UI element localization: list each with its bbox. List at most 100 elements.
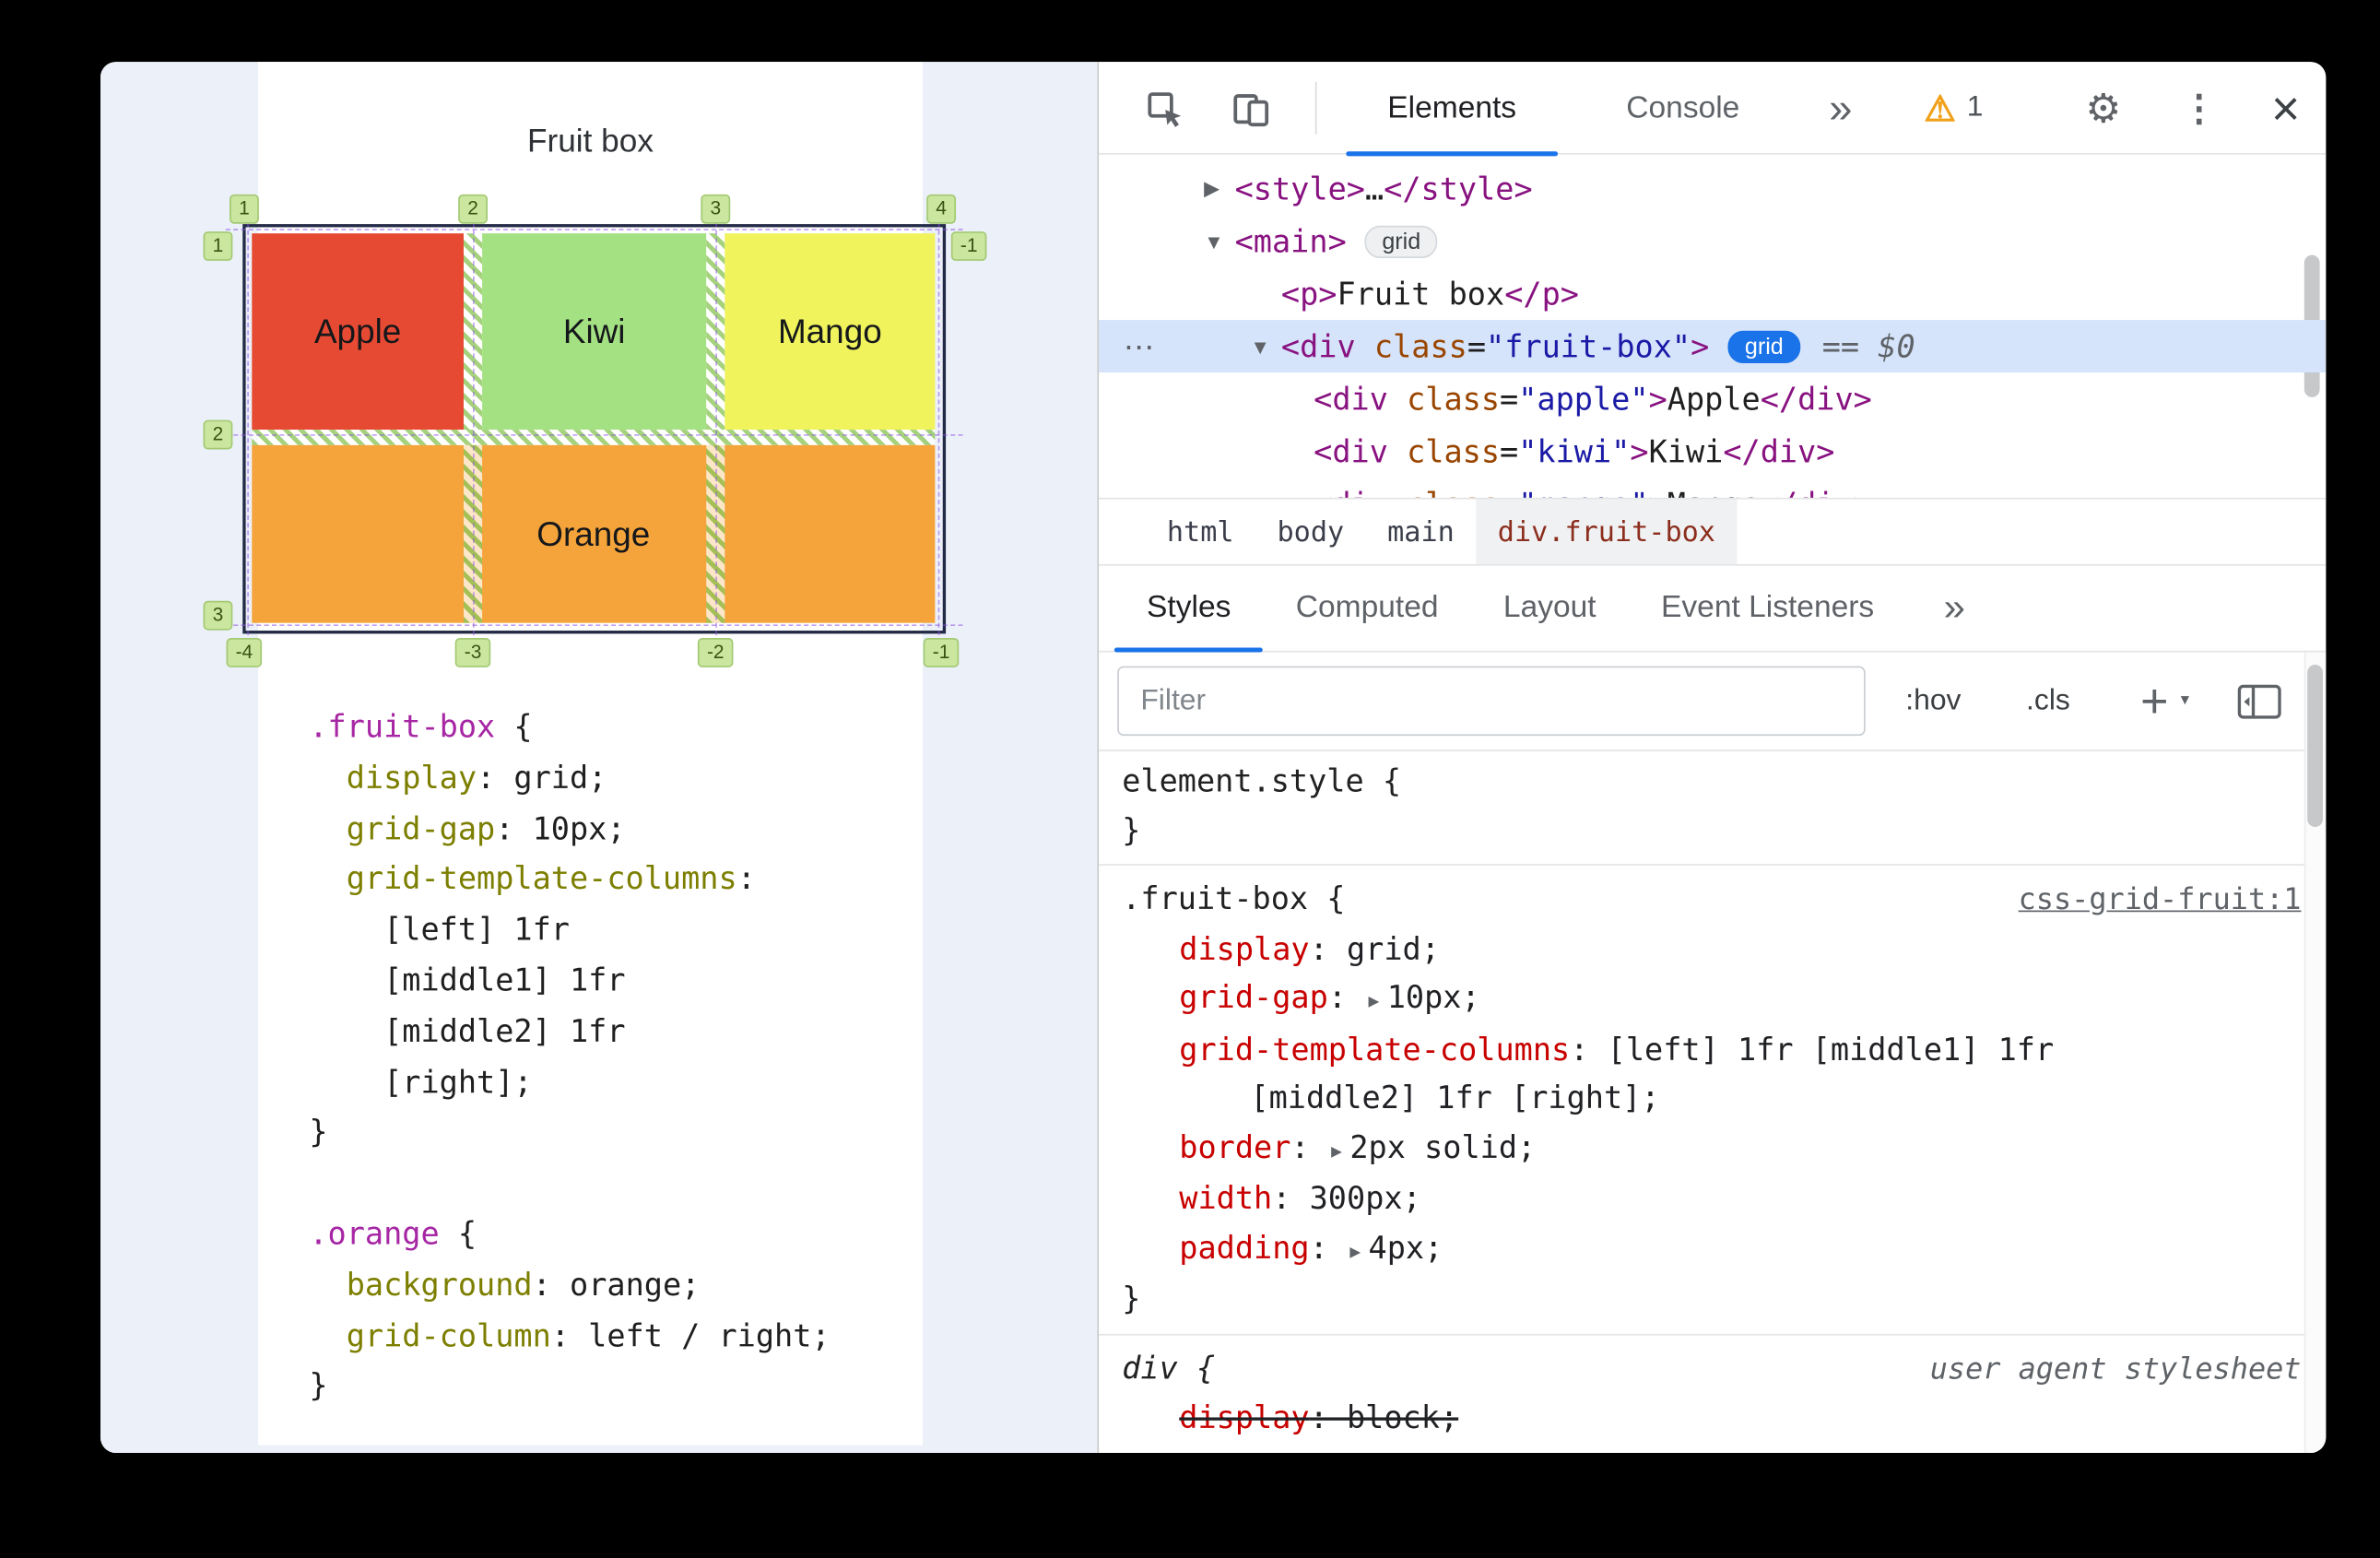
- warning-count: 1: [1966, 90, 1984, 124]
- page-viewport: Fruit box Apple Kiwi Mango Orange 1 2 3 …: [100, 62, 1098, 1454]
- css-declaration[interactable]: padding: ▸ 4px;: [1099, 1223, 2103, 1275]
- cell-mango-label: Mango: [777, 311, 882, 350]
- cell-apple: Apple: [252, 233, 464, 431]
- disclosure-expanded-icon[interactable]: ▼: [1250, 335, 1281, 358]
- css-code-line: grid-gap: 10px;: [346, 809, 626, 847]
- grid-line-number-bottom: -3: [454, 638, 491, 667]
- grid-badge-active[interactable]: grid: [1727, 329, 1801, 363]
- breadcrumb-item-div.fruit-box[interactable]: div.fruit-box: [1476, 499, 1738, 564]
- cell-mango: Mango: [725, 233, 936, 431]
- grid-line-overlay: [247, 207, 249, 651]
- cell-orange: Orange: [252, 444, 936, 623]
- styles-sidebar-tabs: Styles Computed Layout Event Listeners»: [1099, 566, 2327, 653]
- grid-line-number-bottom: -1: [923, 638, 960, 667]
- expand-shorthand-icon[interactable]: ▸: [1331, 1137, 1342, 1162]
- rule-divider: [1099, 864, 2327, 866]
- toggle-pseudo-state-button[interactable]: :hov: [1905, 653, 1961, 751]
- more-panels-icon[interactable]: »: [1813, 62, 1868, 155]
- css-declaration[interactable]: grid-gap: ▸ 10px;: [1099, 974, 2103, 1025]
- css-declaration[interactable]: width: 300px;: [1099, 1174, 2103, 1223]
- dom-tree-row[interactable]: ▶ <style>… </style>: [1099, 162, 2326, 215]
- new-rule-dropdown-icon[interactable]: ▾: [2181, 690, 2189, 709]
- css-code-line: }: [309, 1366, 328, 1404]
- grid-line-number-bottom: -4: [226, 638, 263, 667]
- breadcrumb-item-html[interactable]: html: [1145, 500, 1255, 564]
- cell-orange-label: Orange: [536, 513, 651, 553]
- cell-kiwi-label: Kiwi: [562, 311, 626, 350]
- cell-apple-label: Apple: [313, 311, 402, 350]
- css-code-line: .fruit-box {: [309, 707, 533, 746]
- css-source-code: .fruit-box { display: grid; grid-gap: 10…: [309, 702, 830, 1411]
- toolbar-separator: [1314, 81, 1317, 135]
- expand-shorthand-icon[interactable]: ▸: [1369, 987, 1380, 1012]
- breadcrumb-item-main[interactable]: main: [1366, 500, 1477, 564]
- css-code-line: [middle1] 1fr: [309, 961, 626, 999]
- grid-line-number-left: 3: [203, 600, 233, 630]
- grid-line-overlay: [225, 434, 963, 436]
- rule-selector[interactable]: .fruit-box {: [1122, 875, 1345, 924]
- toggle-element-classes-button[interactable]: .cls: [2026, 653, 2070, 751]
- tab-elements[interactable]: Elements: [1346, 62, 1559, 157]
- disclosure-collapsed-icon[interactable]: ▶: [1204, 176, 1235, 201]
- expand-shorthand-icon[interactable]: ▸: [1349, 1237, 1361, 1262]
- fruit-grid: Apple Kiwi Mango Orange 1 2 3 4 -4 -3 -2…: [203, 194, 987, 667]
- inspect-element-icon[interactable]: [1144, 89, 1185, 130]
- toggle-sidebar-panel-icon[interactable]: [2236, 653, 2282, 751]
- dom-breadcrumbs: html body main div.fruit-box: [1099, 497, 2327, 566]
- grid-line-overlay: [225, 624, 963, 627]
- dom-tree-row[interactable]: <div class = "apple" > Apple </div>: [1099, 372, 2326, 425]
- tab-layout[interactable]: Layout: [1471, 566, 1629, 651]
- css-code-line: [309, 1158, 830, 1209]
- close-devtools-icon[interactable]: ×: [2261, 62, 2311, 155]
- grid-line-overlay: [473, 207, 475, 651]
- dom-tree-row[interactable]: <p> Fruit box </p>: [1099, 267, 2326, 320]
- settings-gear-icon[interactable]: ⚙: [2081, 62, 2125, 155]
- css-declaration[interactable]: border: ▸ 2px solid;: [1099, 1123, 2103, 1174]
- devtools-panel: Elements Console » ⚠ 1 ⚙ ⋮ × ▶ <style>… </…: [1097, 62, 2327, 1454]
- new-style-rule-button[interactable]: +: [2140, 653, 2168, 751]
- styles-scrollbar-thumb[interactable]: [2307, 664, 2323, 827]
- grid-line-overlay: [937, 207, 940, 651]
- more-actions-icon[interactable]: ⋯: [1124, 327, 1155, 366]
- breadcrumb-item-body[interactable]: body: [1255, 500, 1366, 564]
- rule-selector[interactable]: element.style {: [1122, 758, 1401, 807]
- grid-line-number-left: 1: [203, 231, 233, 261]
- css-code-line: display: grid;: [346, 758, 607, 797]
- dom-tree-row[interactable]: <div class="mango">Mango</div>: [1099, 478, 2326, 497]
- style-rule: .fruit-box { css-grid-fruit:1 display: gri…: [1099, 875, 2326, 1324]
- dom-tree-row[interactable]: ▼ <main> grid: [1099, 215, 2326, 267]
- rule-selector[interactable]: div {: [1122, 1344, 1215, 1393]
- grid-line-number-right: -1: [950, 231, 987, 261]
- grid-line-number-top: 1: [230, 194, 259, 223]
- device-toolbar-icon[interactable]: [1231, 89, 1272, 130]
- styles-filter-input[interactable]: [1117, 666, 1866, 737]
- css-code-line: [middle2] 1fr: [309, 1011, 626, 1050]
- tab-event-listeners[interactable]: Event Listeners: [1629, 566, 1907, 651]
- devtools-toolbar: Elements Console » ⚠ 1 ⚙ ⋮ ×: [1099, 62, 2327, 157]
- css-declaration[interactable]: grid-template-columns: [left] 1fr [middl…: [1099, 1025, 2103, 1123]
- dom-tree-row[interactable]: ⋯ ▼ <div class = "fruit-box" > grid == $0: [1099, 320, 2327, 373]
- issues-warning-badge[interactable]: ⚠ 1: [1924, 62, 1983, 155]
- kebab-menu-icon[interactable]: ⋮: [2181, 62, 2218, 155]
- dom-tree-row[interactable]: <div class = "kiwi" > Kiwi </div>: [1099, 425, 2326, 478]
- more-tabs-icon[interactable]: »: [1926, 566, 1985, 651]
- tab-styles[interactable]: Styles: [1113, 566, 1265, 653]
- css-declaration[interactable]: display: block;: [1099, 1394, 2103, 1443]
- grid-line-number-bottom: -2: [697, 638, 734, 667]
- screenshot-root: Fruit box Apple Kiwi Mango Orange 1 2 3 …: [0, 0, 2380, 1558]
- cell-kiwi: Kiwi: [482, 233, 707, 431]
- browser-window: Fruit box Apple Kiwi Mango Orange 1 2 3 …: [100, 62, 2327, 1454]
- grid-badge[interactable]: grid: [1364, 224, 1438, 258]
- css-code-line: [right];: [309, 1062, 533, 1101]
- grid-line-number-left: 2: [203, 419, 233, 449]
- css-code-line: [left] 1fr: [309, 910, 570, 949]
- grid-line-number-top: 2: [458, 194, 488, 223]
- style-rule: element.style {}: [1099, 758, 2326, 856]
- tab-console[interactable]: Console: [1578, 62, 1788, 155]
- stylesheet-source-link[interactable]: css-grid-fruit:1: [2019, 877, 2302, 926]
- tab-computed[interactable]: Computed: [1264, 566, 1471, 651]
- css-declaration[interactable]: display: grid;: [1099, 925, 2103, 974]
- styles-pane: element.style {} .fruit-box { css-grid-fru…: [1099, 751, 2327, 1453]
- styles-filter-bar: :hov .cls + ▾: [1099, 653, 2327, 751]
- disclosure-expanded-icon[interactable]: ▼: [1204, 230, 1235, 253]
